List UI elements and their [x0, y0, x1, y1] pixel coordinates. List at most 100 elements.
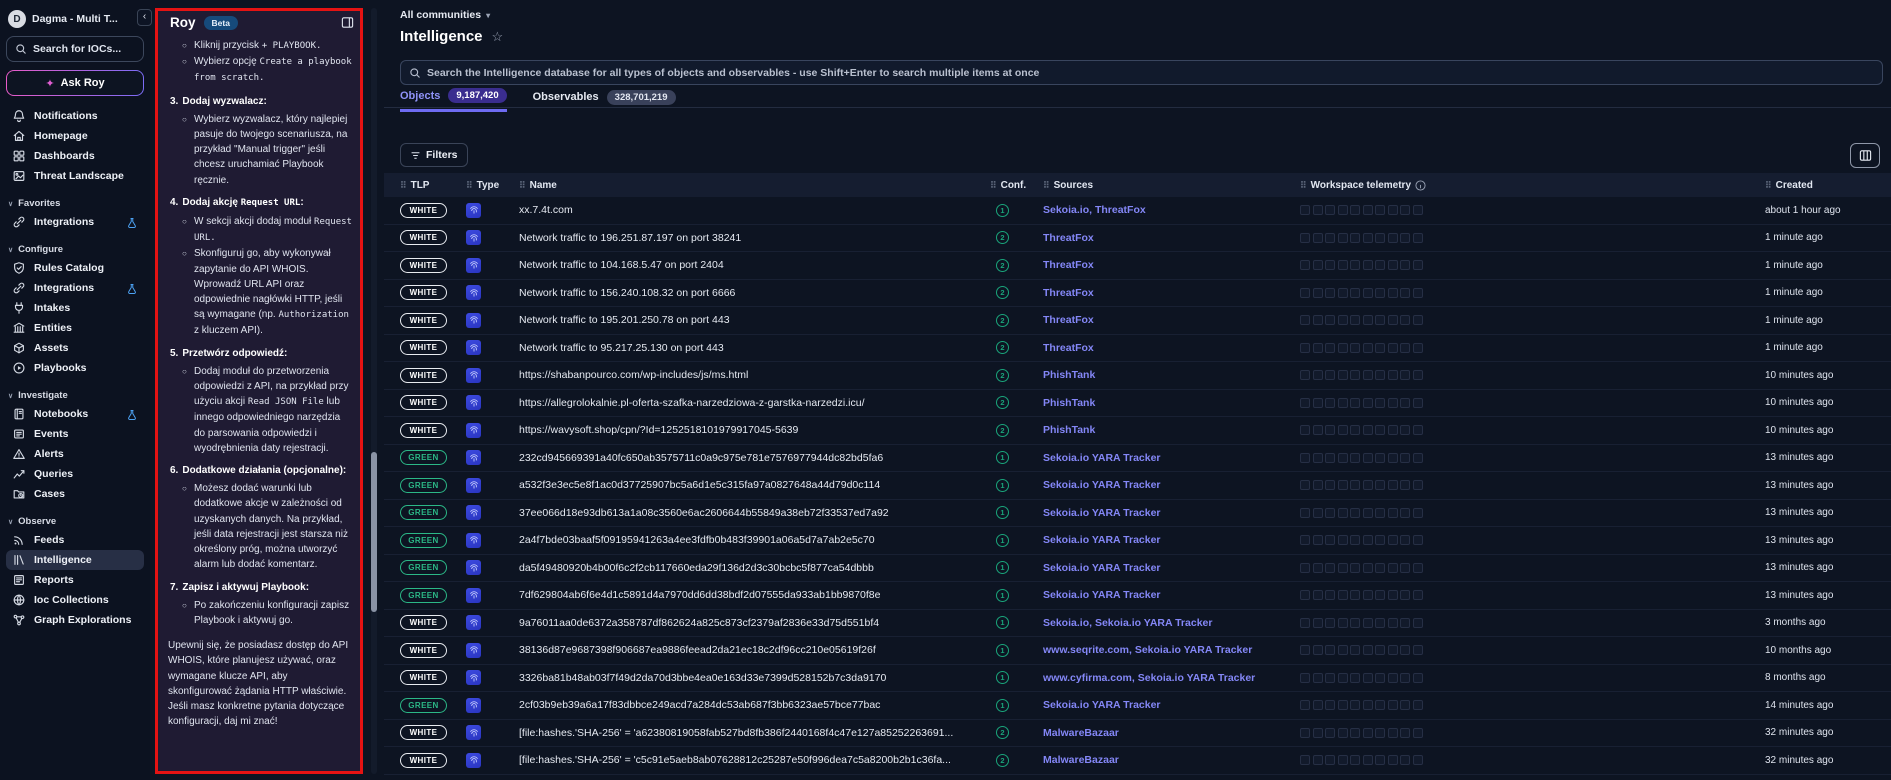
sidebar-item-intakes[interactable]: Intakes [6, 298, 144, 318]
drag-handle-icon[interactable]: ⠿ [1043, 180, 1050, 191]
source-link[interactable]: Sekoia.io YARA Tracker [1135, 644, 1253, 656]
workspace-avatar: D [8, 10, 26, 28]
tlp-badge: WHITE [400, 285, 447, 300]
table-row[interactable]: WHITE Network traffic to 95.217.25.130 o… [384, 335, 1891, 363]
drag-handle-icon[interactable]: ⠿ [400, 180, 407, 191]
sidebar-item-intelligence[interactable]: Intelligence [6, 550, 144, 570]
source-link[interactable]: PhishTank [1043, 424, 1095, 436]
sidebar-item-feeds[interactable]: Feeds [6, 530, 144, 550]
source-link[interactable]: ThreatFox [1043, 232, 1094, 244]
sidebar-section-favorites[interactable]: ∨ Favorites [6, 186, 144, 212]
source-link[interactable]: MalwareBazaar [1043, 727, 1119, 739]
source-link[interactable]: Sekoia.io YARA Tracker [1043, 699, 1161, 711]
sidebar-item-playbooks[interactable]: Playbooks [6, 358, 144, 378]
telemetry-cell [1363, 260, 1373, 270]
telemetry-cells [1300, 508, 1765, 518]
table-row[interactable]: GREEN 37ee066d18e93db613a1a08c3560e6ac26… [384, 500, 1891, 528]
drag-handle-icon[interactable]: ⠿ [990, 180, 997, 191]
table-row[interactable]: GREEN da5f49480920b4b00f6c2f2cb117660eda… [384, 555, 1891, 583]
source-link[interactable]: www.seqrite.com [1043, 644, 1129, 656]
table-row[interactable]: WHITE Network traffic to 196.251.87.197 … [384, 225, 1891, 253]
source-link[interactable]: MalwareBazaar [1043, 754, 1119, 766]
table-row[interactable]: WHITE https://allegrolokalnie.pl-oferta-… [384, 390, 1891, 418]
source-link[interactable]: Sekoia.io [1043, 617, 1089, 629]
table-row[interactable]: GREEN a532f3e3ec5e8f1ac0d37725907bc5a6d1… [384, 472, 1891, 500]
workspace-selector[interactable]: D Dagma - Multi T... ▾ [6, 8, 144, 36]
table-row[interactable]: WHITE [file:hashes.'SHA-256' = 'c5c91e5a… [384, 747, 1891, 775]
table-row[interactable]: WHITE [file:hashes.'SHA-256' = 'a6238081… [384, 720, 1891, 748]
sidebar-item-integrations[interactable]: Integrations [6, 212, 144, 232]
sidebar-item-reports[interactable]: Reports [6, 570, 144, 590]
source-link[interactable]: Sekoia.io YARA Tracker [1043, 562, 1161, 574]
telemetry-cell [1363, 673, 1373, 683]
table-row[interactable]: WHITE 3326ba81b48ab03f7f49d2da70d3bbe4ea… [384, 665, 1891, 693]
tlp-badge: GREEN [400, 588, 447, 603]
sidebar-item-integrations[interactable]: Integrations [6, 278, 144, 298]
sidebar-item-events[interactable]: Events [6, 424, 144, 444]
source-link[interactable]: Sekoia.io YARA Tracker [1095, 617, 1213, 629]
tab-objects[interactable]: Objects9,187,420 [400, 88, 507, 112]
sidebar-item-alerts[interactable]: Alerts [6, 444, 144, 464]
sidebar-item-notifications[interactable]: Notifications [6, 106, 144, 126]
sidebar-item-graph-explorations[interactable]: Graph Explorations [6, 610, 144, 630]
intelligence-search-input[interactable] [427, 67, 1874, 79]
tab-observables[interactable]: Observables328,701,219 [533, 88, 676, 112]
sidebar-section-configure[interactable]: ∨ Configure [6, 232, 144, 258]
source-link[interactable]: ThreatFox [1043, 287, 1094, 299]
scrollbar-thumb[interactable] [371, 452, 377, 612]
sidebar-item-notebooks[interactable]: Notebooks [6, 404, 144, 424]
info-icon[interactable] [1415, 180, 1426, 191]
table-row[interactable]: WHITE Network traffic to 156.240.108.32 … [384, 280, 1891, 308]
drag-handle-icon[interactable]: ⠿ [466, 180, 473, 191]
drag-handle-icon[interactable]: ⠿ [1765, 180, 1772, 191]
tlp-badge: WHITE [400, 423, 447, 438]
table-row[interactable]: GREEN 2a4f7bde03baaf5f09195941263a4ee3fd… [384, 527, 1891, 555]
search-iocs-button[interactable]: Search for IOCs... [6, 36, 144, 62]
column-settings-button[interactable] [1850, 143, 1880, 168]
sidebar-item-homepage[interactable]: Homepage [6, 126, 144, 146]
sidebar-item-queries[interactable]: Queries [6, 464, 144, 484]
table-row[interactable]: WHITE xx.7.4t.com 1 Sekoia.io, ThreatFox… [384, 197, 1891, 225]
source-link[interactable]: ThreatFox [1043, 259, 1094, 271]
sidebar-collapse-button[interactable]: ‹ [137, 9, 152, 26]
source-link[interactable]: PhishTank [1043, 369, 1095, 381]
sidebar-item-dashboards[interactable]: Dashboards [6, 146, 144, 166]
source-link[interactable]: Sekoia.io YARA Tracker [1043, 534, 1161, 546]
source-link[interactable]: Sekoia.io [1043, 204, 1089, 216]
table-row[interactable]: WHITE Network traffic to 104.168.5.47 on… [384, 252, 1891, 280]
source-link[interactable]: Sekoia.io YARA Tracker [1043, 452, 1161, 464]
sidebar-item-cases[interactable]: Cases [6, 484, 144, 504]
sidebar-item-rules-catalog[interactable]: Rules Catalog [6, 258, 144, 278]
source-link[interactable]: Sekoia.io YARA Tracker [1043, 507, 1161, 519]
table-row[interactable]: WHITE 9a76011aa0de6372a358787df862624a82… [384, 610, 1891, 638]
drag-handle-icon[interactable]: ⠿ [1300, 180, 1307, 191]
filters-button[interactable]: Filters [400, 143, 468, 167]
sidebar-item-entities[interactable]: Entities [6, 318, 144, 338]
drag-handle-icon[interactable]: ⠿ [519, 180, 526, 191]
telemetry-cells [1300, 370, 1765, 380]
source-link[interactable]: Sekoia.io YARA Tracker [1138, 672, 1256, 684]
sidebar-item-assets[interactable]: Assets [6, 338, 144, 358]
source-link[interactable]: PhishTank [1043, 397, 1095, 409]
sidebar-item-threat-landscape[interactable]: Threat Landscape [6, 166, 144, 186]
table-row[interactable]: WHITE Network traffic to 195.201.250.78 … [384, 307, 1891, 335]
source-link[interactable]: ThreatFox [1043, 314, 1094, 326]
table-row[interactable]: GREEN 7df629804ab6f6e4d1c5891d4a7970dd6d… [384, 582, 1891, 610]
source-link[interactable]: Sekoia.io YARA Tracker [1043, 479, 1161, 491]
dock-panel-icon[interactable] [341, 16, 354, 29]
favorite-star-icon[interactable]: ☆ [492, 29, 504, 45]
source-link[interactable]: ThreatFox [1095, 204, 1146, 216]
ask-roy-button[interactable]: ✦ Ask Roy [6, 70, 144, 96]
source-link[interactable]: Sekoia.io YARA Tracker [1043, 589, 1161, 601]
table-row[interactable]: WHITE 38136d87e9687398f906687ea9886feead… [384, 637, 1891, 665]
table-row[interactable]: GREEN 2cf03b9eb39a6a17f83dbbce249acd7a28… [384, 692, 1891, 720]
table-row[interactable]: WHITE https://wavysoft.shop/cpn/?Id=1252… [384, 417, 1891, 445]
source-link[interactable]: ThreatFox [1043, 342, 1094, 354]
sidebar-item-ioc-collections[interactable]: Ioc Collections [6, 590, 144, 610]
table-row[interactable]: GREEN 232cd945669391a40fc650ab3575711c0a… [384, 445, 1891, 473]
sidebar-section-investigate[interactable]: ∨ Investigate [6, 378, 144, 404]
source-link[interactable]: www.cyfirma.com [1043, 672, 1132, 684]
table-row[interactable]: WHITE https://shabanpourco.com/wp-includ… [384, 362, 1891, 390]
communities-selector[interactable]: All communities ▾ [400, 9, 490, 21]
sidebar-section-observe[interactable]: ∨ Observe [6, 504, 144, 530]
